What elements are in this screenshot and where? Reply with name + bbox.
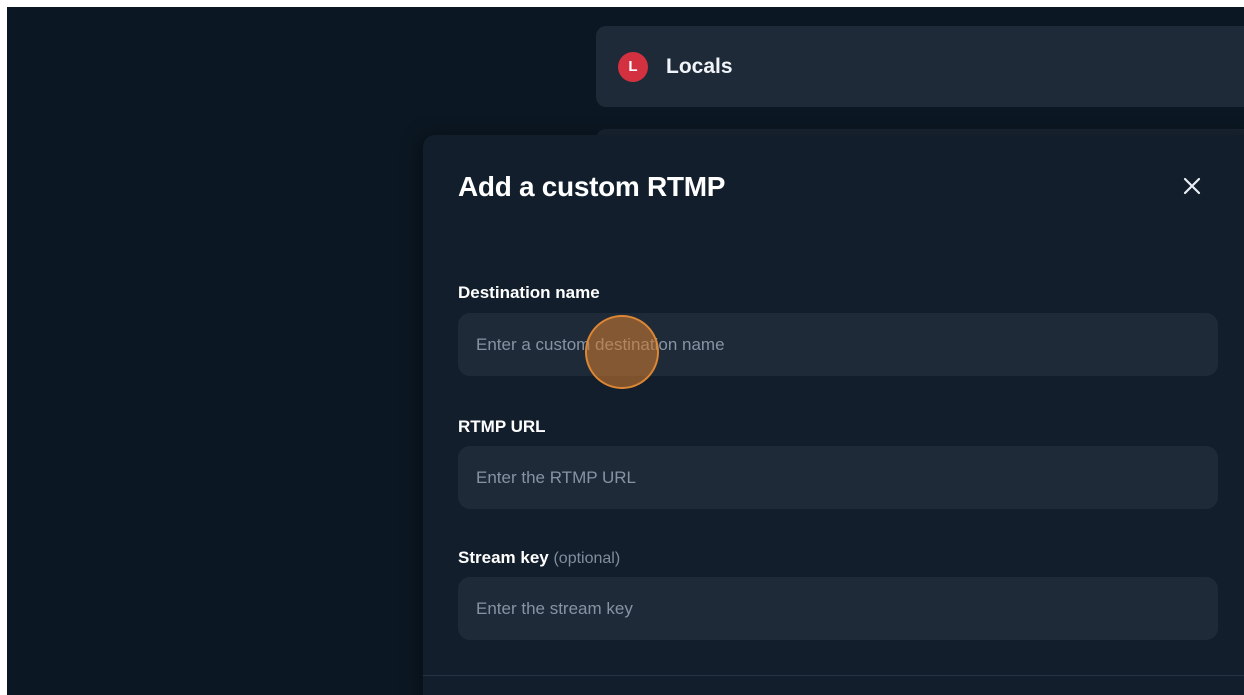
stream-key-label: Stream key (optional) xyxy=(458,546,620,571)
optional-hint: (optional) xyxy=(553,550,621,567)
stream-key-input[interactable] xyxy=(458,577,1218,640)
destination-name-label: Destination name xyxy=(458,281,600,305)
rtmp-url-label-text: RTMP URL xyxy=(458,417,546,436)
destination-name: Locals xyxy=(666,55,733,78)
close-button[interactable] xyxy=(1175,169,1209,203)
destination-name-input[interactable] xyxy=(458,313,1218,376)
custom-rtmp-modal: Add a custom RTMP Destination name RTMP … xyxy=(423,135,1244,695)
destination-card-locals[interactable]: L Locals xyxy=(596,26,1244,107)
destination-name-label-text: Destination name xyxy=(458,283,600,302)
rtmp-url-label: RTMP URL xyxy=(458,415,546,439)
app-window: L Locals Add a custom RTMP Destination n… xyxy=(7,7,1244,695)
close-icon xyxy=(1183,177,1201,195)
locals-logo-icon: L xyxy=(618,52,648,82)
modal-footer-divider xyxy=(423,675,1244,676)
rtmp-url-input[interactable] xyxy=(458,446,1218,509)
stream-key-label-text: Stream key xyxy=(458,548,549,567)
modal-title: Add a custom RTMP xyxy=(458,171,726,202)
